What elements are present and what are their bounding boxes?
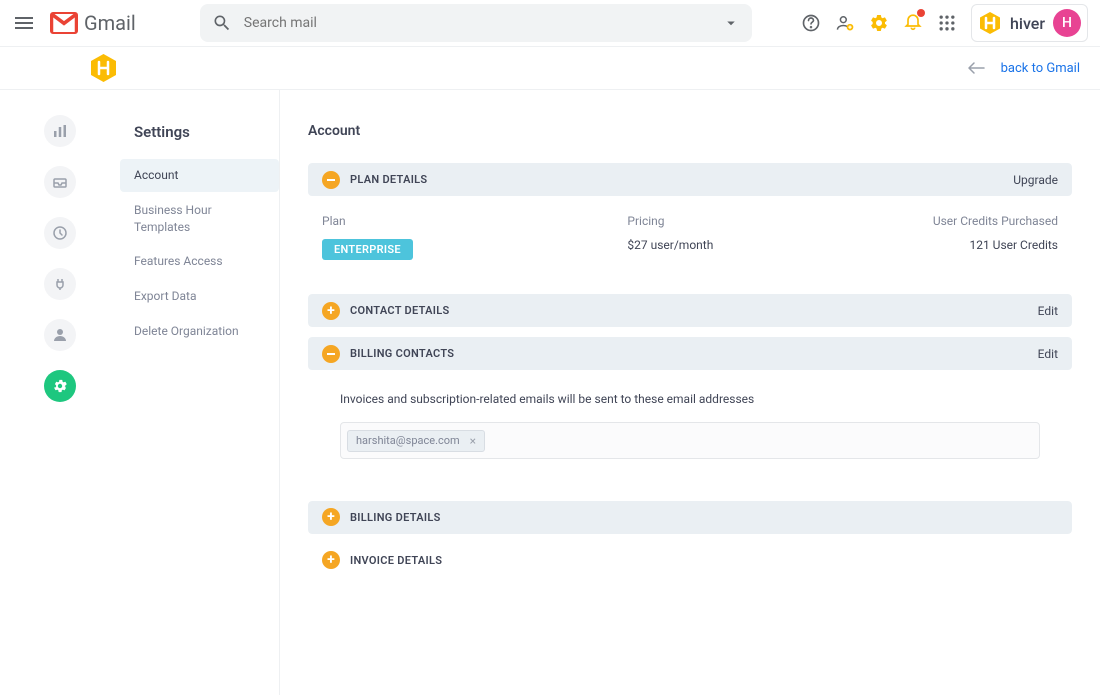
collapse-icon [322,171,340,189]
section-billing-details: BILLING DETAILS [308,501,1072,534]
expand-icon [322,508,340,526]
chip-remove-icon[interactable]: × [470,434,476,448]
rail-plug-icon[interactable] [44,268,76,300]
section-billing-contacts: BILLING CONTACTS Edit Invoices and subsc… [308,337,1072,491]
section-contact-details: CONTACT DETAILS Edit [308,294,1072,327]
plan-details-header[interactable]: PLAN DETAILS Upgrade [308,163,1072,196]
contact-details-title: CONTACT DETAILS [350,304,450,317]
help-icon[interactable] [801,13,821,33]
dropdown-icon[interactable] [722,14,740,32]
billing-description: Invoices and subscription-related emails… [340,392,1040,406]
hiver-hex-icon[interactable] [90,53,117,83]
plan-label: Plan [322,214,627,228]
menu-icon[interactable] [12,11,36,35]
expand-icon [322,302,340,320]
nav-export-data[interactable]: Export Data [120,280,279,313]
email-input-box[interactable]: harshita@space.com × [340,422,1040,459]
icon-rail [0,90,120,695]
pricing-col: Pricing $27 user/month [627,214,932,260]
gmail-logo[interactable]: Gmail [50,11,136,35]
credits-col: User Credits Purchased 121 User Credits [933,214,1058,260]
upgrade-link[interactable]: Upgrade [1013,173,1058,187]
contact-details-header[interactable]: CONTACT DETAILS Edit [308,294,1072,327]
plan-details-title: PLAN DETAILS [350,173,427,186]
credits-label: User Credits Purchased [933,214,1058,228]
nav-business-hour[interactable]: Business Hour Templates [120,194,279,244]
plan-row: Plan ENTERPRISE Pricing $27 user/month U… [322,214,1058,260]
email-chip-text: harshita@space.com [356,434,460,447]
gear-icon[interactable] [869,13,889,33]
section-plan-details: PLAN DETAILS Upgrade Plan ENTERPRISE Pri… [308,163,1072,284]
hiver-brand-text: hiver [1010,14,1045,33]
billing-details-title: BILLING DETAILS [350,511,441,524]
gmail-header: Gmail [0,0,1100,47]
nav-features-access[interactable]: Features Access [120,245,279,278]
notification-wrap[interactable] [903,11,923,35]
page-title: Account [308,123,1072,139]
search-box[interactable] [200,4,752,42]
plan-details-body: Plan ENTERPRISE Pricing $27 user/month U… [308,196,1072,284]
hiver-badge[interactable]: hiver H [971,4,1088,42]
billing-contacts-title: BILLING CONTACTS [350,347,454,360]
gmail-icon [50,12,78,34]
back-to-gmail-link[interactable]: back to Gmail [967,61,1080,76]
nav-account[interactable]: Account [120,159,279,192]
main-panel: Account PLAN DETAILS Upgrade Plan ENTERP… [280,90,1100,695]
nav-delete-org[interactable]: Delete Organization [120,315,279,348]
section-invoice-details: INVOICE DETAILS [308,544,1072,577]
plan-col: Plan ENTERPRISE [322,214,627,260]
back-label: back to Gmail [1001,61,1080,76]
pricing-value: $27 user/month [627,238,932,252]
pricing-label: Pricing [627,214,932,228]
hiver-logo-icon [978,11,1002,35]
gmail-text: Gmail [84,11,136,35]
settings-sidebar: Settings Account Business Hour Templates… [120,90,280,695]
invoice-details-header[interactable]: INVOICE DETAILS [308,544,1072,577]
rail-clock-icon[interactable] [44,217,76,249]
search-input[interactable] [244,15,722,31]
billing-details-header[interactable]: BILLING DETAILS [308,501,1072,534]
notification-dot [917,9,925,17]
collapse-icon [322,345,340,363]
avatar[interactable]: H [1053,9,1081,37]
header-right: hiver H [801,4,1088,42]
arrow-back-icon [967,61,985,75]
email-chip: harshita@space.com × [347,430,485,452]
plan-badge: ENTERPRISE [322,239,413,260]
sub-header: back to Gmail [0,47,1100,90]
billing-contacts-body: Invoices and subscription-related emails… [308,370,1072,491]
person-add-icon[interactable] [835,13,855,33]
credits-value: 121 User Credits [933,238,1058,252]
invoice-details-title: INVOICE DETAILS [350,554,442,567]
search-icon [212,13,232,33]
apps-icon[interactable] [937,13,957,33]
rail-analytics-icon[interactable] [44,115,76,147]
billing-contacts-header[interactable]: BILLING CONTACTS Edit [308,337,1072,370]
rail-settings-icon[interactable] [44,370,76,402]
rail-inbox-icon[interactable] [44,166,76,198]
settings-title: Settings [120,123,279,159]
rail-person-icon[interactable] [44,319,76,351]
billing-contacts-edit-link[interactable]: Edit [1038,347,1058,361]
expand-icon [322,551,340,569]
contact-edit-link[interactable]: Edit [1038,304,1058,318]
content: Settings Account Business Hour Templates… [0,90,1100,695]
